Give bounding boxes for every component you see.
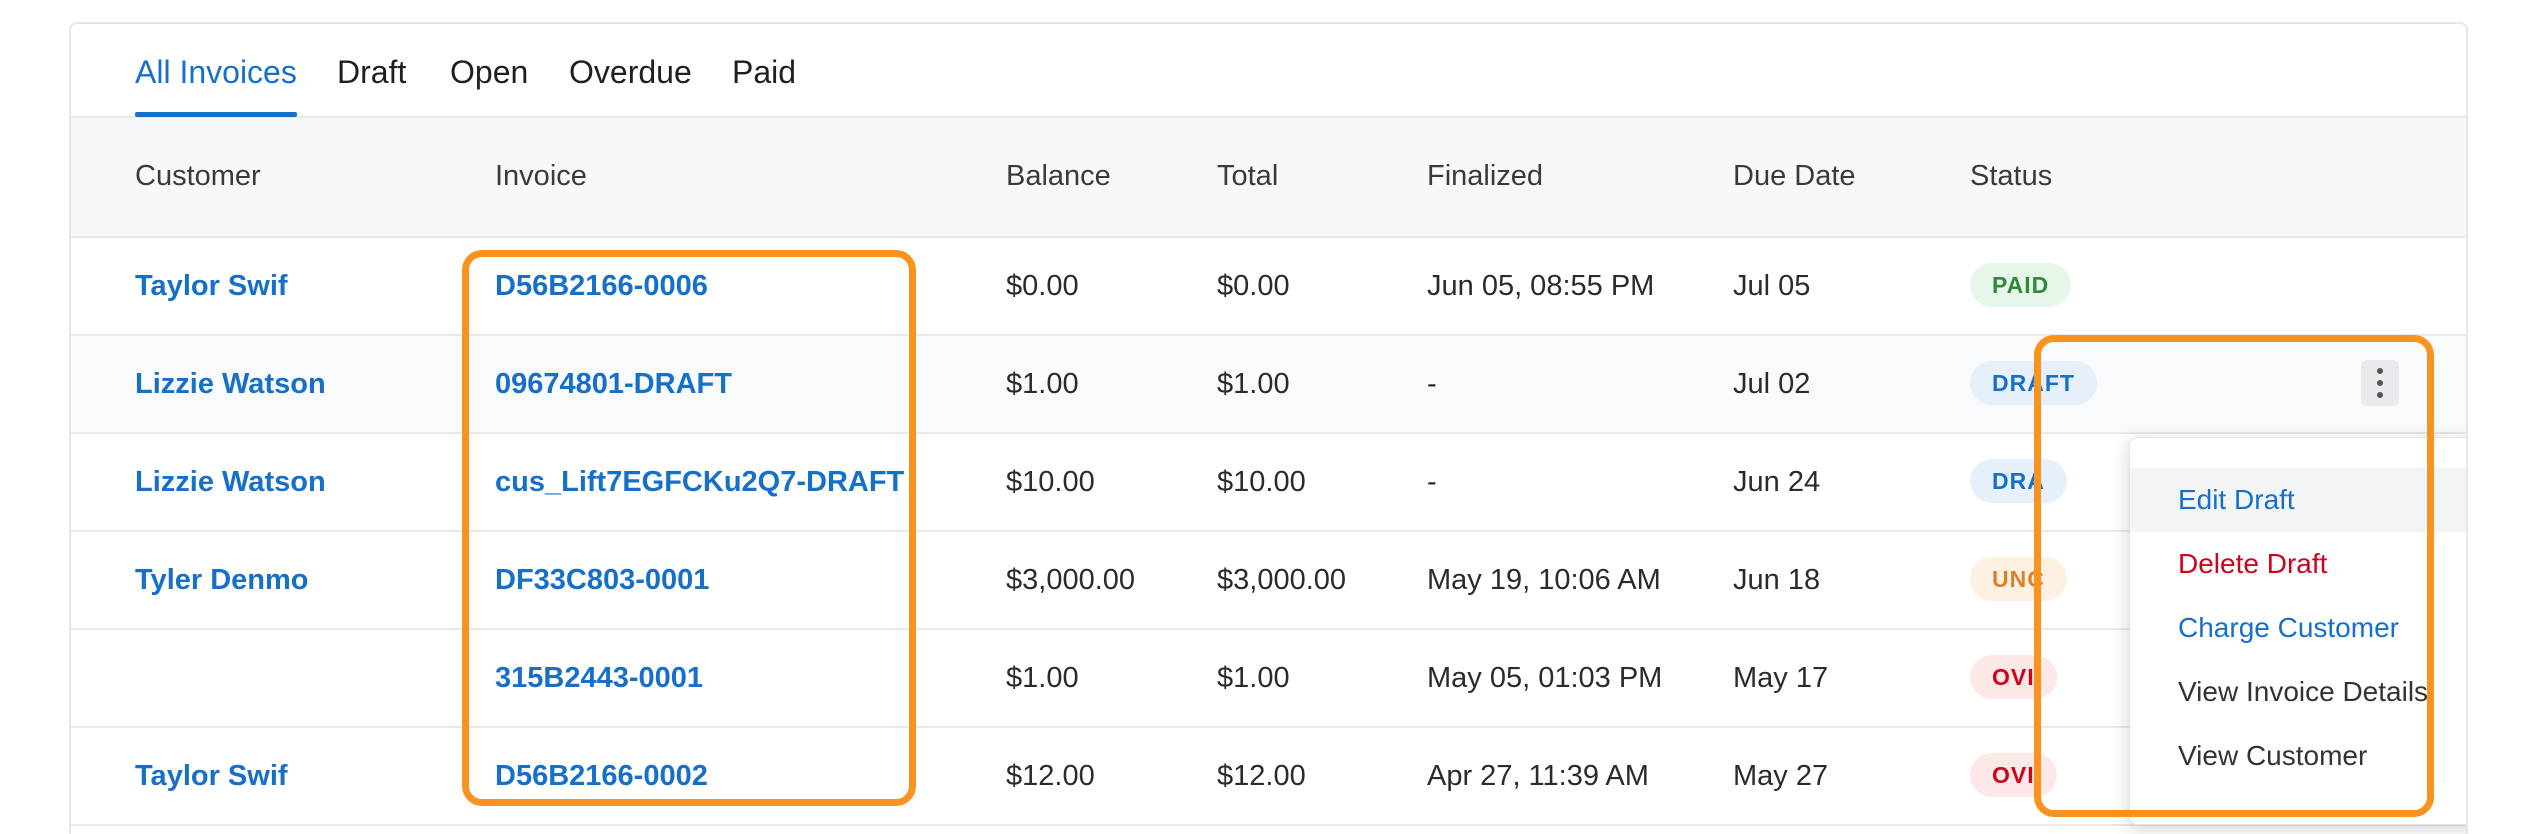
column-header-due-date[interactable]: Due Date <box>1733 160 1856 193</box>
tab-paid[interactable]: Paid <box>732 54 796 91</box>
total-value: $3,000.00 <box>1217 564 1347 596</box>
finalized-value: - <box>1427 368 1437 400</box>
due-date-value: Jun 24 <box>1733 466 1821 498</box>
balance-value: $1.00 <box>1006 368 1079 400</box>
status-badge: PAID <box>1970 263 2072 307</box>
due-date-value: Jul 05 <box>1733 270 1811 302</box>
tab-all-invoices[interactable]: All Invoices <box>135 54 297 91</box>
balance-value: $0.00 <box>1006 270 1079 302</box>
customer-link[interactable]: Taylor Swif <box>135 270 288 303</box>
actions-menu-highlight <box>2034 335 2434 817</box>
finalized-value: Jun 05, 08:55 PM <box>1427 270 1655 302</box>
customer-link[interactable]: Lizzie Watson <box>135 466 326 499</box>
column-header-total[interactable]: Total <box>1217 160 1278 193</box>
table-header: Customer Invoice Balance Total Finalized… <box>71 118 2466 238</box>
balance-value: $1.00 <box>1006 662 1079 694</box>
balance-value: $10.00 <box>1006 466 1095 498</box>
total-value: $0.00 <box>1217 270 1290 302</box>
tab-open[interactable]: Open <box>450 54 528 91</box>
due-date-value: May 17 <box>1733 662 1829 694</box>
column-header-invoice[interactable]: Invoice <box>495 160 587 193</box>
total-value: $1.00 <box>1217 368 1290 400</box>
tab-overdue[interactable]: Overdue <box>569 54 692 91</box>
due-date-value: May 27 <box>1733 760 1829 792</box>
finalized-value: - <box>1427 466 1437 498</box>
tab-draft[interactable]: Draft <box>337 54 406 91</box>
customer-link[interactable]: Taylor Swif <box>135 760 288 793</box>
column-header-status[interactable]: Status <box>1970 160 2052 193</box>
column-header-customer[interactable]: Customer <box>135 160 261 193</box>
invoice-tabs: All Invoices Draft Open Overdue Paid <box>71 24 2466 118</box>
balance-value: $3,000.00 <box>1006 564 1136 596</box>
invoice-column-highlight <box>462 250 916 806</box>
column-header-balance[interactable]: Balance <box>1006 160 1111 193</box>
balance-value: $12.00 <box>1006 760 1095 792</box>
active-tab-indicator <box>135 112 297 117</box>
customer-link[interactable]: Lizzie Watson <box>135 368 326 401</box>
total-value: $1.00 <box>1217 662 1290 694</box>
total-value: $10.00 <box>1217 466 1306 498</box>
table-row[interactable]: Taylor Swif D56B2166-0006 $0.00 $0.00 Ju… <box>71 238 2466 336</box>
column-header-finalized[interactable]: Finalized <box>1427 160 1543 193</box>
finalized-value: Apr 27, 11:39 AM <box>1427 760 1649 792</box>
finalized-value: May 05, 01:03 PM <box>1427 662 1663 694</box>
due-date-value: Jul 02 <box>1733 368 1811 400</box>
customer-link[interactable]: Tyler Denmo <box>135 564 309 597</box>
due-date-value: Jun 18 <box>1733 564 1821 596</box>
total-value: $12.00 <box>1217 760 1306 792</box>
finalized-value: May 19, 10:06 AM <box>1427 564 1661 596</box>
